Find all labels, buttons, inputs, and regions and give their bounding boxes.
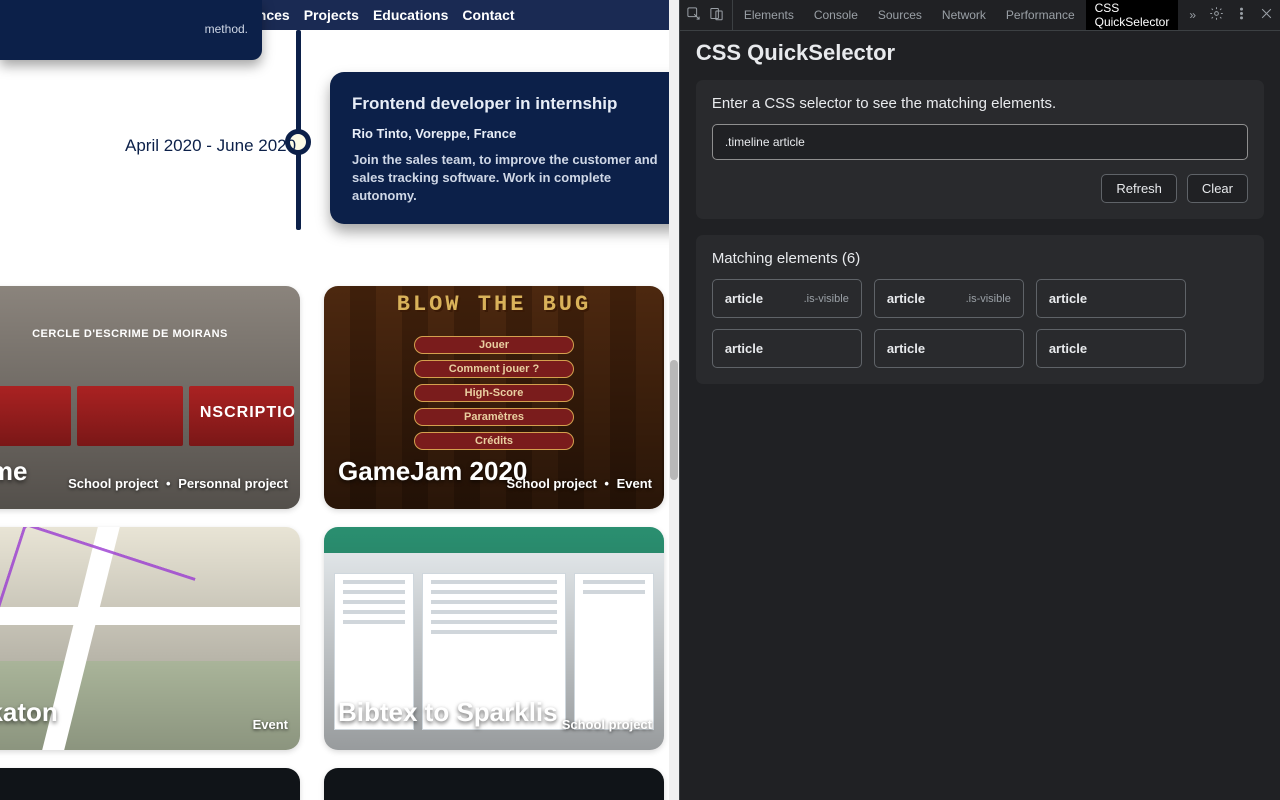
chip-class: .is-visible (966, 293, 1011, 305)
selector-input[interactable] (712, 124, 1248, 160)
nav-projects[interactable]: Projects (302, 7, 361, 23)
project-tags: School project • Personnal project (68, 476, 288, 491)
project-title: ckaton (0, 697, 58, 728)
project-tag: School project (562, 717, 652, 732)
timeline-card-title: Frontend developer in internship (352, 94, 670, 114)
chip-tag: article (1049, 291, 1087, 306)
result-chip[interactable]: article (1036, 279, 1186, 318)
result-chip[interactable]: article (712, 329, 862, 368)
results-panel: Matching elements (6) article .is-visibl… (696, 235, 1264, 384)
project-card-bibtex[interactable]: Bibtex to Sparklis School project (324, 527, 664, 750)
chip-class: .is-visible (804, 293, 849, 305)
result-chip[interactable]: article (1036, 329, 1186, 368)
project-card-dark-1[interactable] (0, 768, 300, 800)
project-tag: Event (253, 717, 288, 732)
scrollbar-thumb[interactable] (670, 360, 678, 480)
tab-console[interactable]: Console (805, 0, 867, 30)
result-chip[interactable]: article .is-visible (874, 279, 1024, 318)
device-toggle-icon[interactable] (709, 6, 724, 24)
chip-tag: article (887, 341, 925, 356)
result-chip[interactable]: article (874, 329, 1024, 368)
result-chip[interactable]: article .is-visible (712, 279, 862, 318)
project-banner: CERCLE D'ESCRIME DE MOIRANS (0, 328, 300, 340)
timeline-card: Frontend developer in internship Rio Tin… (330, 72, 679, 224)
kebab-icon[interactable] (1234, 6, 1249, 24)
project-card-hackaton[interactable]: ckaton Event (0, 527, 300, 750)
projects-grid: CERCLE D'ESCRIME DE MOIRANS time School … (0, 286, 679, 800)
chip-tag: article (887, 291, 925, 306)
project-title: GameJam 2020 (338, 456, 527, 487)
inspect-icon[interactable] (686, 6, 701, 24)
tab-sources[interactable]: Sources (869, 0, 931, 30)
gear-icon[interactable] (1209, 6, 1224, 24)
timeline-card-location: Rio Tinto, Voreppe, France (352, 126, 670, 141)
project-tags: School project (562, 717, 652, 732)
results-chips: article .is-visible article .is-visible … (712, 279, 1248, 368)
project-title: Bibtex to Sparklis (338, 697, 558, 728)
project-title: time (0, 456, 27, 487)
close-icon[interactable] (1259, 6, 1274, 24)
project-tag: Event (617, 476, 652, 491)
game-menu-item: Paramètres (414, 408, 574, 426)
tab-network[interactable]: Network (933, 0, 995, 30)
game-menu-item: Jouer (414, 336, 574, 354)
chip-tag: article (725, 341, 763, 356)
page-scrollbar[interactable] (669, 0, 679, 800)
project-tag: Personnal project (178, 476, 288, 491)
project-tags: School project • Event (506, 476, 652, 491)
selector-hint: Enter a CSS selector to see the matching… (712, 95, 1248, 112)
timeline-card-partial-top: method. (0, 0, 262, 60)
project-card-gamejam[interactable]: BLOW THE BUG Jouer Comment jouer ? High-… (324, 286, 664, 509)
tabs-overflow[interactable]: » (1180, 0, 1205, 30)
clear-button[interactable]: Clear (1187, 174, 1248, 203)
timeline-date: April 2020 - June 2020 (125, 136, 296, 156)
project-tag: School project (68, 476, 158, 491)
nav-educations[interactable]: Educations (371, 7, 450, 23)
timeline-card-partial-text: method. (205, 22, 248, 36)
results-heading: Matching elements (6) (712, 250, 1248, 267)
refresh-button[interactable]: Refresh (1101, 174, 1177, 203)
selector-panel: Enter a CSS selector to see the matching… (696, 80, 1264, 219)
chip-tag: article (725, 291, 763, 306)
game-menu-item: Crédits (414, 432, 574, 450)
devtools-toolbar: Elements Console Sources Network Perform… (680, 0, 1280, 31)
panel-title: CSS QuickSelector (696, 40, 1264, 66)
game-menu-item: High-Score (414, 384, 574, 402)
game-menu-item: Comment jouer ? (414, 360, 574, 378)
timeline-card-description: Join the sales team, to improve the cust… (352, 151, 670, 206)
project-tags: Event (253, 717, 288, 732)
nav-contact[interactable]: Contact (460, 7, 516, 23)
project-thumb-strip (0, 386, 300, 446)
website-pane: Home Experiences Projects Educations Con… (0, 0, 679, 800)
game-menu: Jouer Comment jouer ? High-Score Paramèt… (414, 336, 574, 450)
tab-performance[interactable]: Performance (997, 0, 1084, 30)
project-card-escrime[interactable]: CERCLE D'ESCRIME DE MOIRANS time School … (0, 286, 300, 509)
tab-elements[interactable]: Elements (735, 0, 803, 30)
project-tag: School project (506, 476, 596, 491)
project-card-dark-2[interactable] (324, 768, 664, 800)
chip-tag: article (1049, 341, 1087, 356)
devtools-pane: Elements Console Sources Network Perform… (679, 0, 1280, 800)
tab-css-quickselector[interactable]: CSS QuickSelector (1086, 0, 1179, 30)
game-title: BLOW THE BUG (324, 292, 664, 317)
